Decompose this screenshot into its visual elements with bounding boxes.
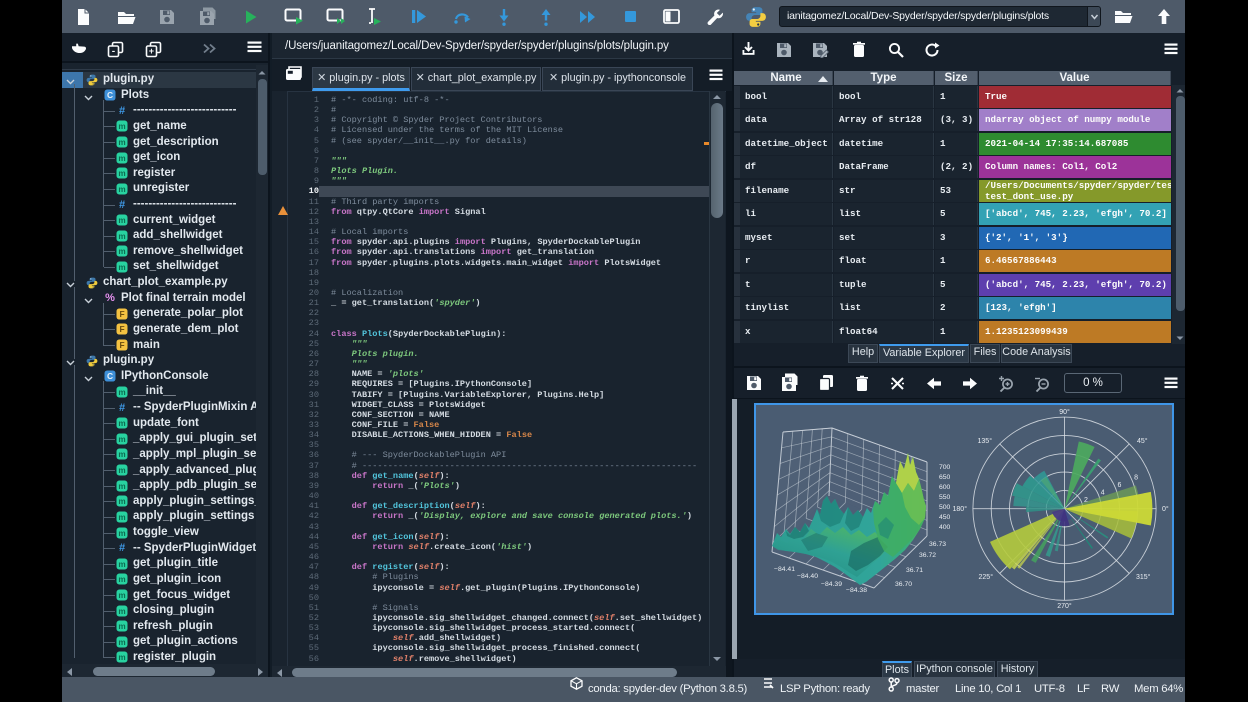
svg-text:450: 450 [939, 514, 951, 521]
svg-text:36.73: 36.73 [929, 541, 946, 548]
svg-text:m: m [118, 419, 125, 428]
svg-text:600: 600 [939, 484, 951, 491]
svg-text:m: m [118, 466, 125, 475]
svg-text:−84.38: −84.38 [846, 587, 867, 594]
svg-text:m: m [118, 169, 125, 178]
svg-text:m: m [118, 435, 125, 444]
svg-text:−84.41: −84.41 [774, 566, 795, 573]
svg-text:m: m [118, 216, 125, 225]
svg-text:m: m [118, 232, 125, 241]
svg-text:400: 400 [939, 524, 951, 531]
svg-text:F: F [119, 340, 124, 350]
svg-text:6: 6 [1117, 482, 1121, 489]
svg-text:m: m [118, 451, 125, 460]
svg-text:F: F [119, 324, 124, 334]
svg-text:180°: 180° [953, 505, 968, 513]
svg-text:m: m [118, 560, 125, 569]
svg-text:45°: 45° [1137, 437, 1148, 445]
svg-text:m: m [118, 185, 125, 194]
svg-text:8: 8 [1134, 475, 1138, 482]
svg-text:−84.40: −84.40 [797, 573, 818, 580]
svg-text:4: 4 [1101, 490, 1105, 497]
svg-text:m: m [118, 654, 125, 663]
svg-text:m: m [118, 388, 125, 397]
svg-text:m: m [118, 497, 125, 506]
svg-text:135°: 135° [978, 437, 993, 445]
svg-text:2: 2 [1084, 497, 1088, 504]
svg-text:m: m [118, 247, 125, 256]
svg-text:C: C [107, 371, 113, 381]
svg-text:C: C [107, 90, 113, 100]
svg-text:F: F [119, 309, 124, 319]
svg-text:m: m [118, 138, 125, 147]
svg-text:m: m [118, 154, 125, 163]
svg-text:650: 650 [939, 474, 951, 481]
svg-text:m: m [118, 622, 125, 631]
svg-text:-: - [111, 47, 116, 57]
svg-text:m: m [118, 263, 125, 272]
svg-text:225°: 225° [979, 573, 994, 581]
svg-text:m: m [118, 529, 125, 538]
svg-text:315°: 315° [1136, 573, 1151, 581]
svg-text:−84.39: −84.39 [821, 581, 842, 588]
svg-text:36.70: 36.70 [895, 581, 912, 588]
svg-text:m: m [118, 638, 125, 647]
svg-text:90°: 90° [1059, 408, 1070, 416]
svg-text:36.71: 36.71 [906, 567, 923, 574]
svg-text:550: 550 [939, 494, 951, 501]
svg-text:m: m [118, 482, 125, 491]
svg-text:700: 700 [939, 464, 951, 471]
svg-text:+: + [149, 47, 154, 57]
svg-text:36.72: 36.72 [919, 552, 936, 559]
svg-text:270°: 270° [1057, 602, 1072, 610]
svg-text:0°: 0° [1162, 505, 1169, 513]
svg-text:m: m [118, 575, 125, 584]
svg-text:500: 500 [939, 504, 951, 511]
svg-text:m: m [118, 591, 125, 600]
svg-text:m: m [118, 123, 125, 132]
svg-text:m: m [118, 513, 125, 522]
svg-text:m: m [118, 607, 125, 616]
